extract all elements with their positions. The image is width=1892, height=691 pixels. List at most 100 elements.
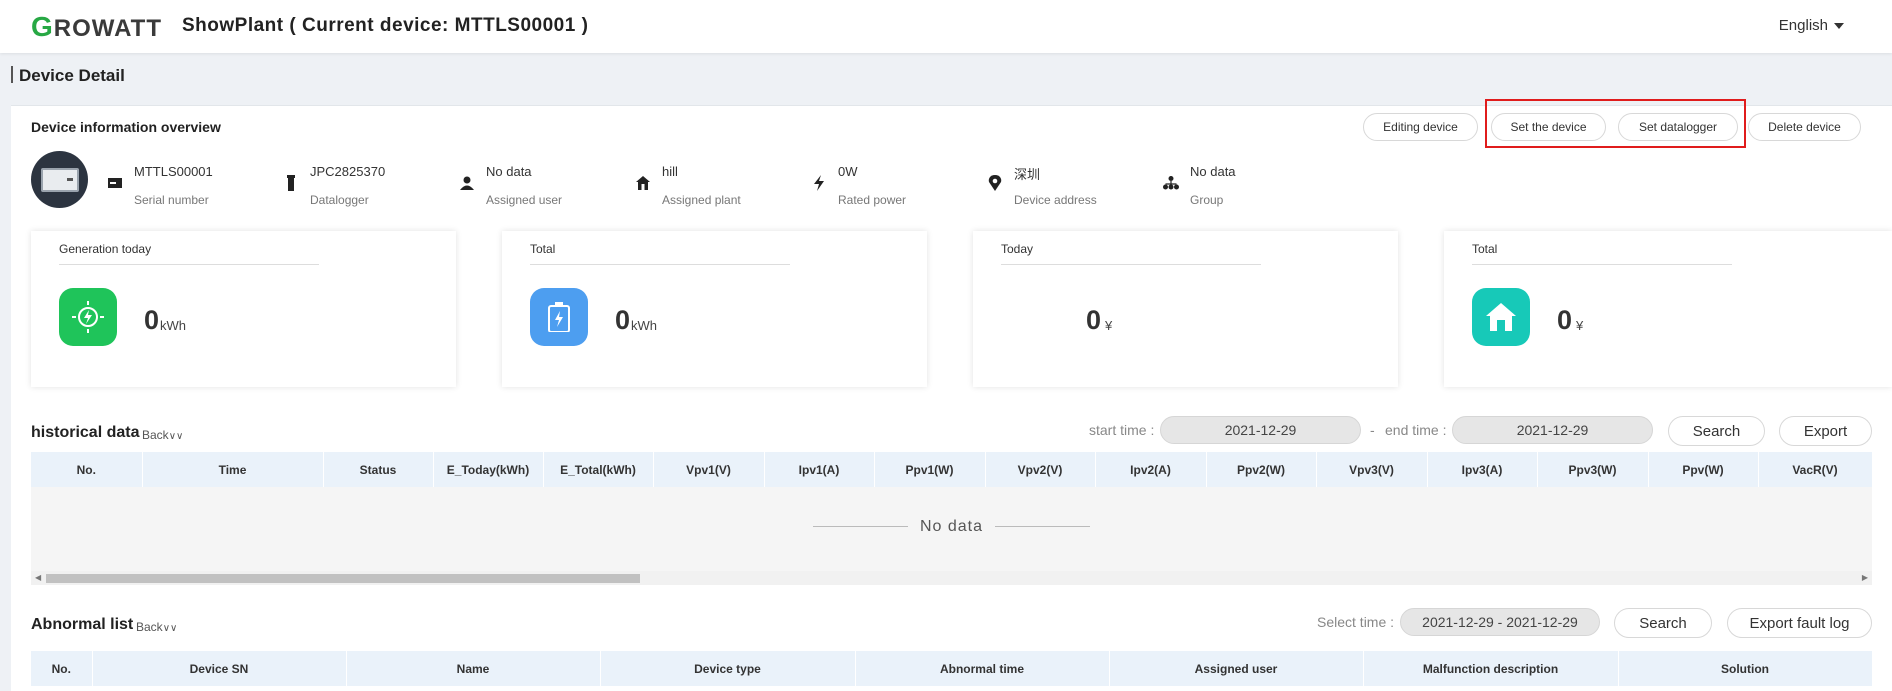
card-title: Total [1472,242,1498,256]
column-header[interactable]: Time [142,452,324,487]
abnormal-table: No. Device SN Name Device type Abnormal … [31,651,1873,686]
select-time-label: Select time : [1317,614,1395,630]
card-value: 0 [1086,305,1102,335]
historical-empty-state: No data [31,487,1872,571]
column-header[interactable]: Solution [1618,651,1873,686]
column-header[interactable]: VacR(V) [1758,452,1873,487]
info-label: Device address [1014,193,1097,207]
historical-export-button[interactable]: Export [1779,416,1872,446]
card-divider [1472,264,1732,265]
scroll-right-icon[interactable]: ▶ [1862,573,1868,582]
column-header[interactable]: Ppv1(W) [874,452,986,487]
card-total-income: Total 0 ¥ [1444,231,1892,387]
export-fault-log-button[interactable]: Export fault log [1727,608,1872,638]
column-header[interactable]: Ppv(W) [1648,452,1759,487]
power-icon [811,175,827,191]
historical-title: historical data [31,424,140,441]
language-selector[interactable]: English [1779,17,1844,34]
column-header[interactable]: E_Total(kWh) [543,452,654,487]
abnormal-back-link[interactable]: Back∨∨ [136,620,177,634]
scrollbar-thumb[interactable] [46,574,640,583]
column-header[interactable]: Ipv1(A) [764,452,875,487]
card-divider [530,264,790,265]
card-generation-today: Generation today 0 kWh [31,231,456,387]
card-today-income: Today 0 ¥ [973,231,1398,387]
logo-text: ROWATT [53,15,162,42]
double-chevron-down-icon: ∨∨ [162,623,178,634]
info-value: MTTLS00001 [134,164,213,179]
column-header[interactable]: Name [346,651,601,686]
info-label: Assigned user [486,193,563,207]
group-icon [1163,175,1179,191]
column-header[interactable]: Ppv2(W) [1206,452,1317,487]
column-header[interactable]: Ipv2(A) [1095,452,1207,487]
info-value: 0W [838,164,858,179]
scroll-left-icon[interactable]: ◀ [35,573,41,582]
info-label: Assigned plant [662,193,741,207]
info-value: No data [1190,164,1236,179]
column-header[interactable]: Status [323,452,434,487]
column-header[interactable]: Vpv3(V) [1316,452,1428,487]
column-header[interactable]: No. [31,651,93,686]
no-data-message: No data [31,518,1872,536]
end-time-label: end time : [1385,422,1447,438]
column-header[interactable]: Vpv2(V) [985,452,1096,487]
card-unit: ¥ [1105,318,1113,333]
growatt-logo[interactable]: GROWATT [31,11,162,43]
end-time-input[interactable]: 2021-12-29 [1452,416,1653,444]
abnormal-header-row: No. Device SN Name Device type Abnormal … [31,651,1873,686]
historical-table: No. Time Status E_Today(kWh) E_Total(kWh… [31,452,1873,487]
select-time-input[interactable]: 2021-12-29 - 2021-12-29 [1400,608,1600,636]
language-label: English [1778,17,1828,34]
column-header[interactable]: Vpv1(V) [653,452,765,487]
page-title: Device Detail [11,66,125,86]
column-header[interactable]: Malfunction description [1363,651,1619,686]
info-label: Group [1190,193,1224,207]
back-label: Back [136,620,163,634]
double-chevron-down-icon: ∨∨ [168,431,184,442]
generation-icon [59,288,117,346]
highlight-box [1485,99,1746,148]
card-divider [59,264,319,265]
start-time-label: start time : [1089,422,1155,438]
card-unit: kWh [160,318,186,333]
user-icon [459,175,475,191]
column-header[interactable]: Ppv3(W) [1537,452,1649,487]
info-value: JPC2825370 [310,164,386,179]
battery-icon [530,288,588,346]
historical-back-link[interactable]: Back∨∨ [142,428,183,442]
start-time-input[interactable]: 2021-12-29 [1160,416,1361,444]
info-value: 深圳 [1014,167,1041,182]
historical-search-button[interactable]: Search [1668,416,1765,446]
info-label: Datalogger [310,193,369,207]
card-title: Today [1001,242,1034,256]
column-header[interactable]: Assigned user [1109,651,1364,686]
column-header[interactable]: No. [31,452,143,487]
horizontal-scrollbar[interactable]: ◀ ▶ [31,571,1872,585]
card-value: 0 [1557,305,1573,335]
datalogger-icon [283,175,299,191]
column-header[interactable]: Device type [600,651,856,686]
abnormal-search-button[interactable]: Search [1614,608,1712,638]
historical-header-row: No. Time Status E_Today(kWh) E_Total(kWh… [31,452,1873,487]
info-label: Serial number [134,193,209,207]
editing-device-button[interactable]: Editing device [1363,113,1478,141]
column-header[interactable]: Device SN [92,651,347,686]
device-icon [40,167,79,192]
logo-g: G [31,11,54,42]
column-header[interactable]: Ipv3(A) [1427,452,1538,487]
caret-down-icon [1834,23,1844,30]
info-value: No data [486,164,532,179]
column-header[interactable]: Abnormal time [855,651,1110,686]
delete-device-button[interactable]: Delete device [1748,113,1861,141]
date-separator: - [1370,422,1375,438]
location-icon [987,175,1003,191]
abnormal-title: Abnormal list [31,616,134,633]
no-data-text: No data [919,518,984,535]
divider-line [995,526,1091,528]
plant-icon [635,175,651,191]
top-bar: GROWATT ShowPlant ( Current device: MTTL… [0,0,1892,53]
card-unit: kWh [631,318,657,333]
card-divider [1001,264,1261,265]
column-header[interactable]: E_Today(kWh) [433,452,544,487]
